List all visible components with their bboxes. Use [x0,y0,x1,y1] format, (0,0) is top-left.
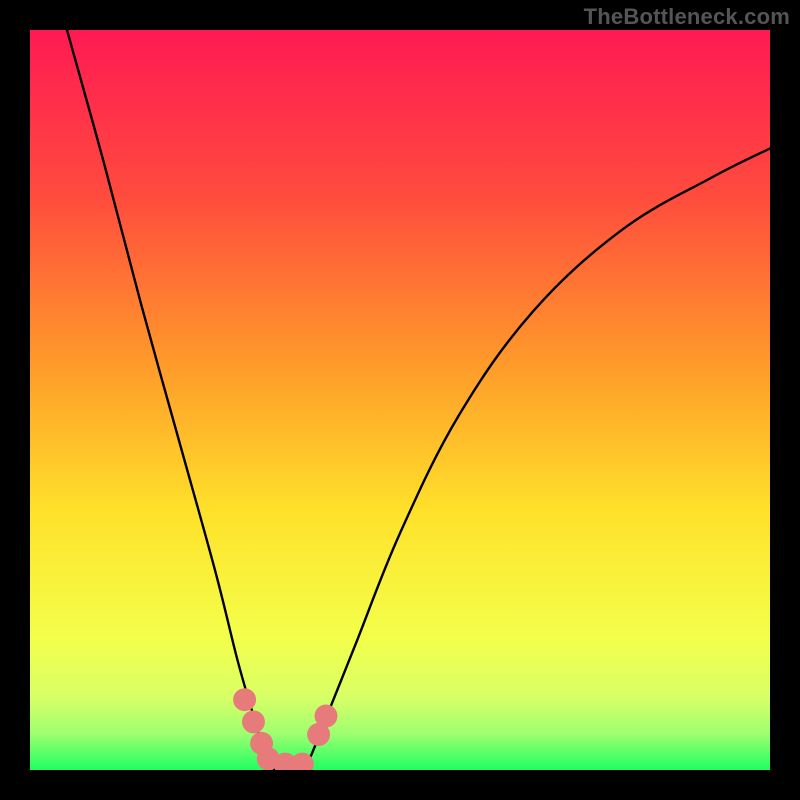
marker-point [233,688,256,711]
marker-point [242,710,265,733]
gradient-background [30,30,770,770]
bottleneck-plot [30,30,770,770]
plot-svg [30,30,770,770]
chart-frame: TheBottleneck.com [0,0,800,800]
watermark-text: TheBottleneck.com [584,4,790,30]
marker-point [315,705,338,728]
